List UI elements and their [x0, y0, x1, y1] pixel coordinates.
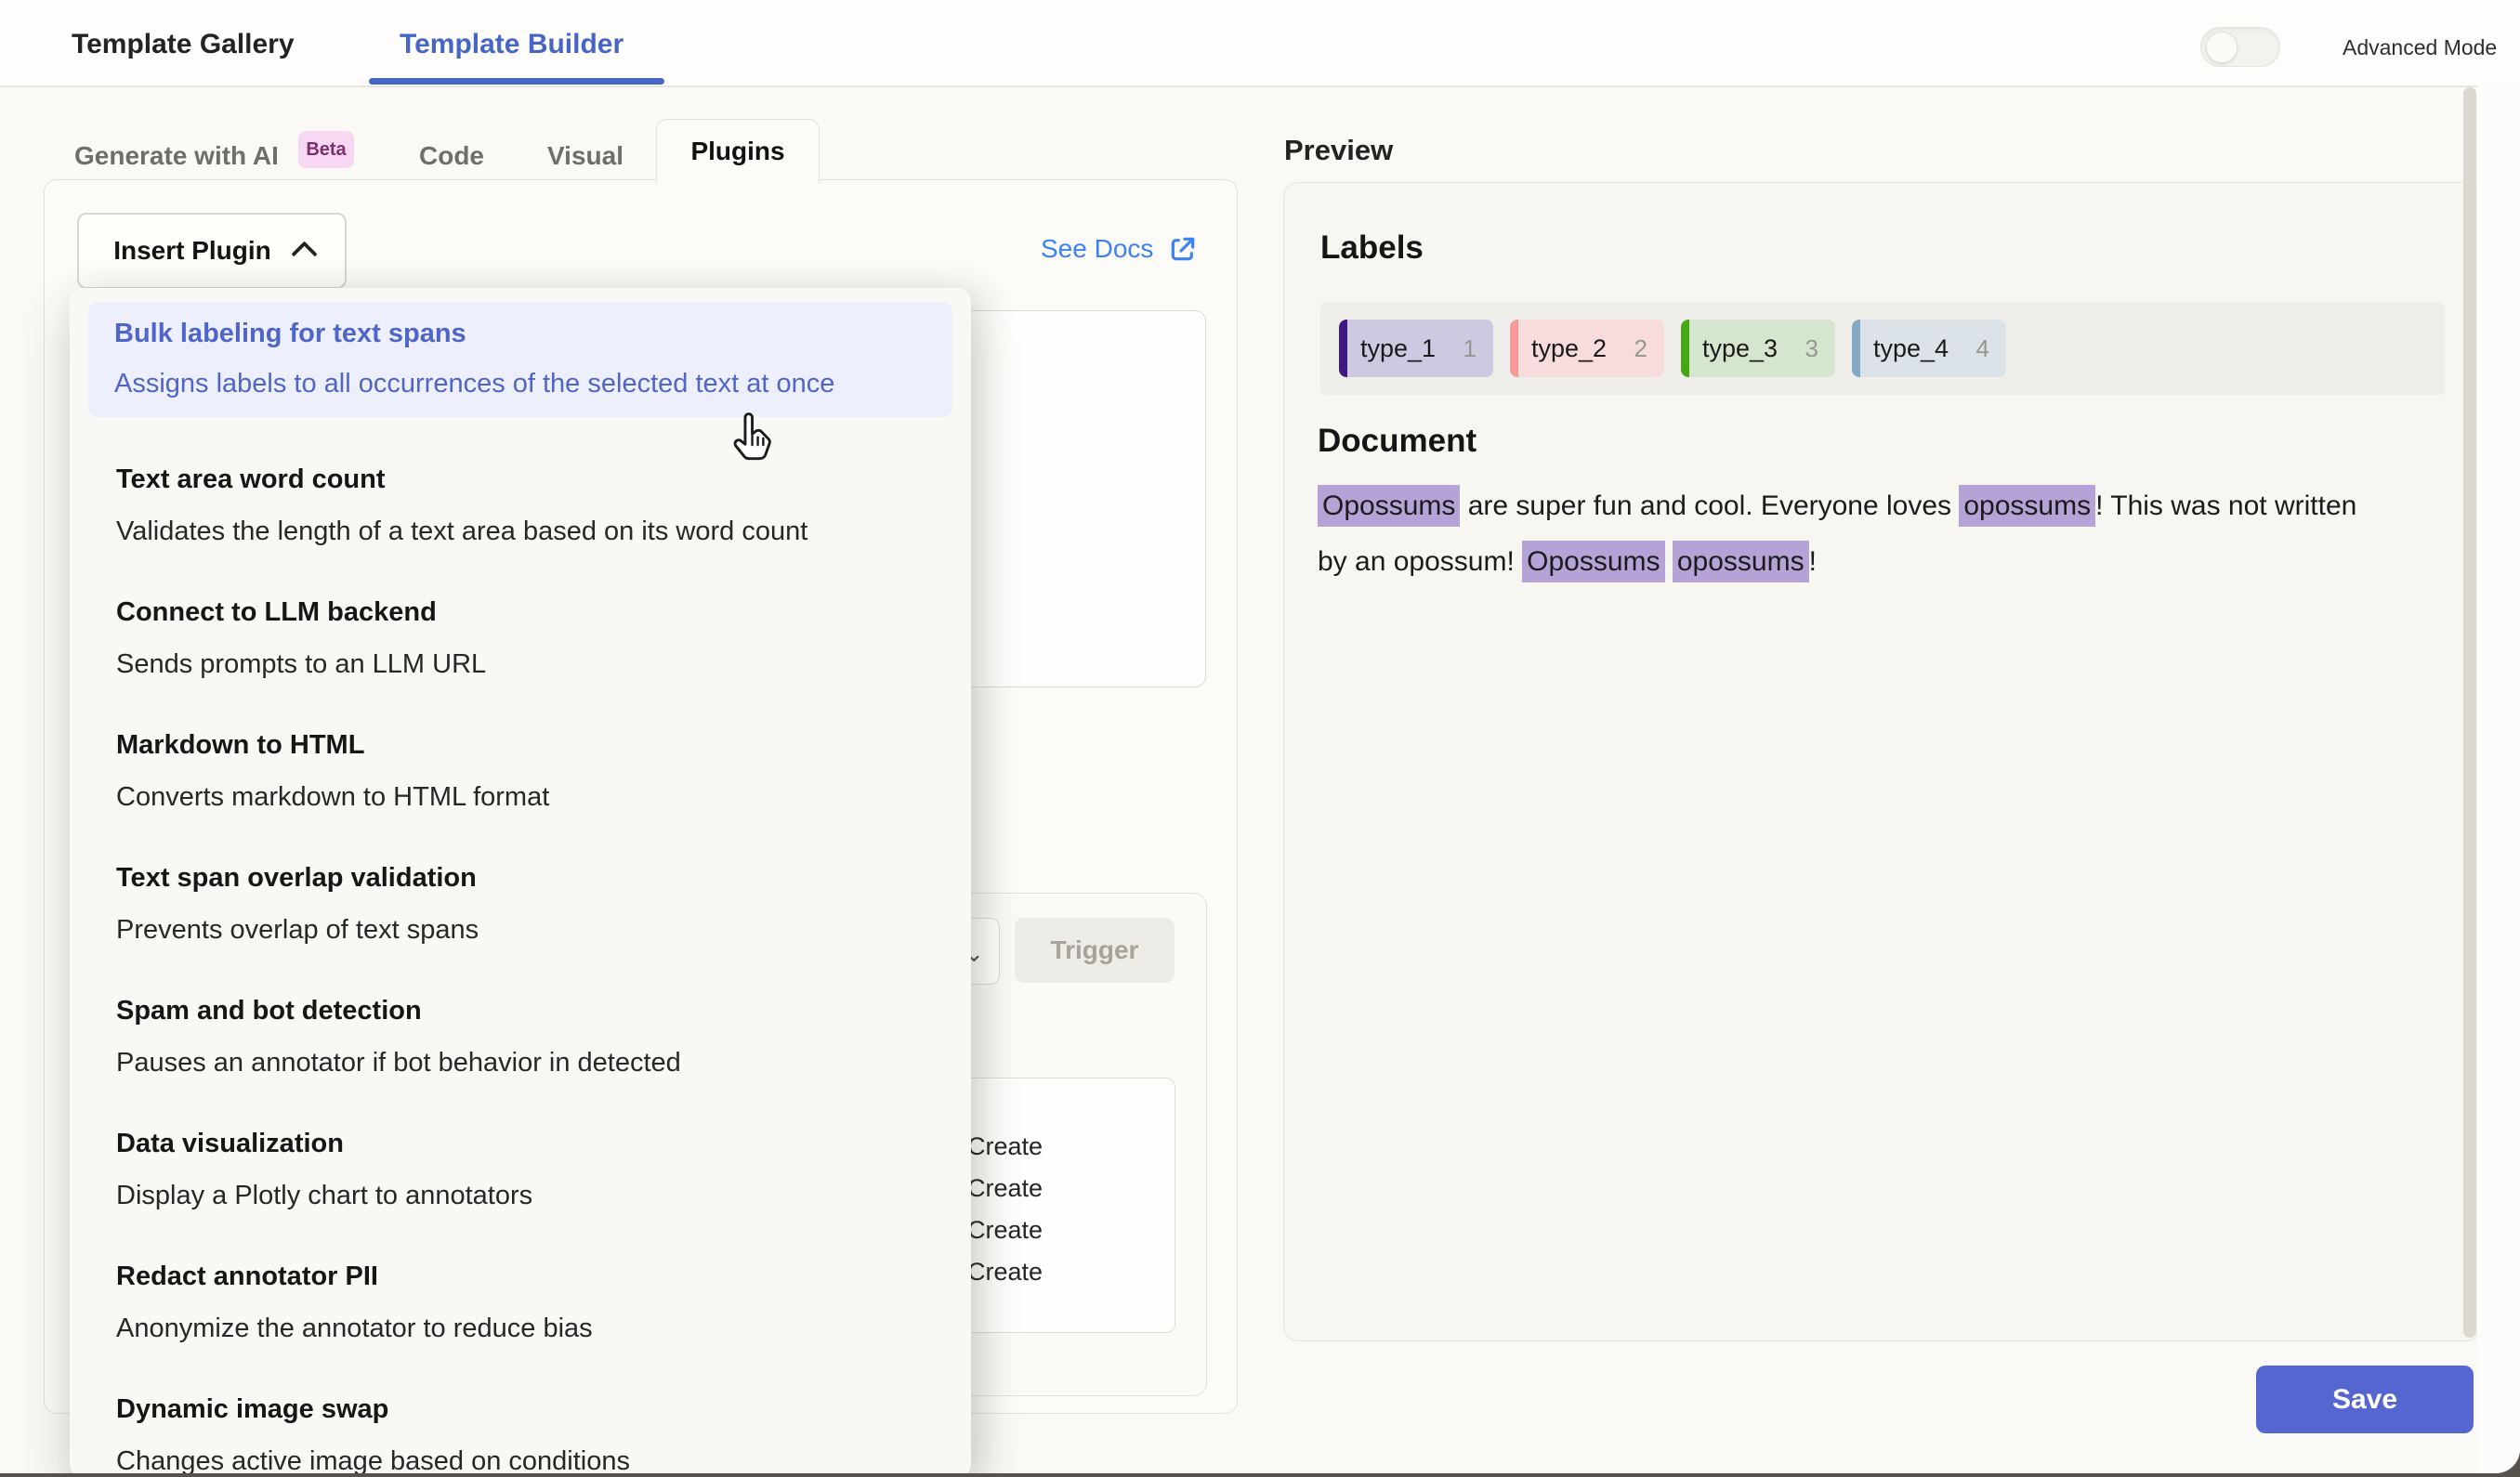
advanced-mode-toggle[interactable] [2200, 27, 2280, 67]
document-segment[interactable] [1665, 546, 1673, 577]
plugin-title: Spam and bot detection [116, 992, 925, 1029]
insert-plugin-label: Insert Plugin [113, 236, 271, 266]
plugin-description: Converts markdown to HTML format [116, 778, 925, 816]
plugin-description: Prevents overlap of text spans [116, 911, 925, 948]
plugin-menu-item[interactable]: Text area word count Validates the lengt… [88, 461, 952, 550]
plugin-menu-item[interactable]: Bulk labeling for text spans Assigns lab… [88, 302, 952, 417]
trigger-button[interactable]: Trigger [1015, 918, 1175, 983]
create-option[interactable]: Create [967, 1251, 1043, 1293]
active-nav-underline [369, 78, 664, 85]
toggle-knob-icon [2206, 32, 2238, 63]
app-window: Template Gallery Template Builder Advanc… [0, 0, 2520, 1473]
external-link-icon [1168, 234, 1198, 264]
plugin-description: Validates the length of a text area base… [116, 513, 925, 550]
plugin-description: Sends prompts to an LLM URL [116, 646, 925, 683]
plugin-menu-item[interactable]: Markdown to HTML Converts markdown to HT… [88, 726, 952, 816]
plugin-title: Markdown to HTML [116, 726, 925, 764]
plugin-menu-item[interactable]: Connect to LLM backend Sends prompts to … [88, 594, 952, 683]
create-option[interactable]: Create [967, 1126, 1043, 1168]
document-segment[interactable]: opossums [1959, 485, 2095, 527]
document-segment[interactable]: Opossums [1522, 541, 1664, 582]
label-chip[interactable]: type_3 3 [1681, 320, 1835, 377]
chip-name: type_3 [1702, 334, 1778, 363]
save-button[interactable]: Save [2256, 1366, 2474, 1433]
plugin-menu-item[interactable]: Spam and bot detection Pauses an annotat… [88, 992, 952, 1081]
document-heading: Document [1318, 423, 1477, 460]
plugin-description: Changes active image based on conditions [116, 1443, 925, 1473]
labels-chip-strip: type_1 1 type_2 2 type_3 3 type_4 4 [1320, 302, 2445, 395]
plugin-menu-item[interactable]: Redact annotator PII Anonymize the annot… [88, 1258, 952, 1347]
tab-generate-with-ai[interactable]: Generate with AI [74, 141, 279, 171]
document-segment[interactable]: ! This was not written [2095, 490, 2356, 521]
chip-name: type_4 [1873, 334, 1949, 363]
see-docs-label: See Docs [1041, 234, 1153, 264]
chip-color-bar [1510, 320, 1518, 377]
nav-template-gallery[interactable]: Template Gallery [72, 29, 295, 60]
chip-color-bar [1339, 320, 1347, 377]
document-segment[interactable]: are super fun and cool. Everyone loves [1460, 490, 1959, 521]
chip-name: type_1 [1360, 334, 1436, 363]
nav-template-builder[interactable]: Template Builder [400, 29, 623, 60]
plugin-menu-item[interactable]: Data visualization Display a Plotly char… [88, 1125, 952, 1214]
insert-plugin-dropdown: Bulk labeling for text spans Assigns lab… [70, 288, 971, 1473]
label-chip[interactable]: type_4 4 [1852, 320, 2006, 377]
insert-plugin-button[interactable]: Insert Plugin [77, 213, 347, 289]
label-chip[interactable]: type_1 1 [1339, 320, 1493, 377]
chip-hotkey: 2 [1634, 334, 1647, 363]
beta-badge: Beta [298, 131, 354, 168]
chip-hotkey: 3 [1805, 334, 1818, 363]
document-segment[interactable]: ! [1809, 546, 1817, 577]
top-header: Template Gallery Template Builder Advanc… [0, 0, 2520, 87]
chevron-up-icon [291, 241, 317, 267]
chip-color-bar [1681, 320, 1689, 377]
create-options-list: CreateCreateCreateCreate [967, 1126, 1043, 1293]
tab-visual[interactable]: Visual [547, 141, 623, 171]
tab-plugins[interactable]: Plugins [656, 119, 820, 183]
plugin-title: Dynamic image swap [116, 1391, 925, 1428]
scrollbar-track [2477, 85, 2520, 1473]
tab-code[interactable]: Code [419, 141, 484, 171]
document-segment[interactable]: opossums [1673, 541, 1809, 582]
plugin-description: Assigns labels to all occurrences of the… [114, 365, 926, 402]
scrollbar-thumb[interactable] [2463, 87, 2476, 1338]
plugin-menu-item[interactable]: Dynamic image swap Changes active image … [88, 1391, 952, 1473]
label-chip[interactable]: type_2 2 [1510, 320, 1664, 377]
plugin-description: Anonymize the annotator to reduce bias [116, 1310, 925, 1347]
plugin-title: Text span overlap validation [116, 859, 925, 896]
plugin-title: Data visualization [116, 1125, 925, 1162]
see-docs-link[interactable]: See Docs [1041, 234, 1198, 264]
plugin-title: Text area word count [116, 461, 925, 498]
chip-hotkey: 4 [1976, 334, 1989, 363]
plugin-title: Bulk labeling for text spans [114, 315, 926, 352]
preview-heading: Preview [1284, 134, 1393, 167]
plugin-description: Pauses an annotator if bot behavior in d… [116, 1044, 925, 1081]
create-option[interactable]: Create [967, 1168, 1043, 1209]
document-segment[interactable]: Opossums [1318, 485, 1460, 527]
advanced-mode-label: Advanced Mode [2343, 35, 2497, 60]
plugin-title: Redact annotator PII [116, 1258, 925, 1295]
plugin-title: Connect to LLM backend [116, 594, 925, 631]
plugin-description: Display a Plotly chart to annotators [116, 1177, 925, 1214]
preview-card: Labels type_1 1 type_2 2 type_3 3 type_4 [1283, 182, 2481, 1341]
plugin-menu-item[interactable]: Text span overlap validation Prevents ov… [88, 859, 952, 948]
chip-hotkey: 1 [1463, 334, 1477, 363]
document-text: Opossums are super fun and cool. Everyon… [1318, 478, 2474, 590]
labels-heading: Labels [1320, 229, 1424, 267]
chip-color-bar [1852, 320, 1860, 377]
create-option[interactable]: Create [967, 1209, 1043, 1251]
chip-name: type_2 [1531, 334, 1607, 363]
document-segment[interactable]: by an opossum! [1318, 546, 1522, 577]
